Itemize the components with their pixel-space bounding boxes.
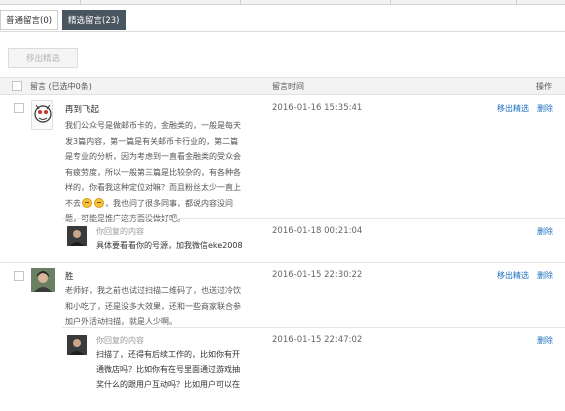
avatar-face-icon [32,101,52,129]
comment-line: 样的，你看我这种定位对嘛？而且粉丝太少一直上 [65,183,241,192]
reply-text: 扫描了，还得有后续工作的，比如你有开 通微店吗？比如你有在号里面通过游戏抽 奖什… [96,347,266,392]
comment-line: 不去 ，我也问了很多同事，都说内容没问 [65,196,265,212]
remove-featured-link[interactable]: 移出精选 [497,270,529,281]
tab-separator [240,0,241,5]
reply-line: 具体要看看你的号源，加我微信eke2008 [96,241,243,250]
comment-checkbox[interactable] [14,103,24,113]
tab-separator [80,0,81,5]
comment-checkbox[interactable] [14,271,24,281]
reply-time: 2016-01-15 22:47:02 [272,335,363,345]
comment-nickname: 胜 [65,272,74,282]
comment-line-part: 不去 [65,198,81,208]
avatar-person-icon [67,335,87,355]
comment-line: 老师好，我之前也试过扫描二维码了，也送过冷饮 [65,286,241,295]
reply-line: 奖什么的跟用户互动吗？比如用户可以在 [96,380,240,389]
reply-avatar [67,335,87,355]
emoji-icon [82,197,92,208]
reply-avatar [67,226,87,246]
comment-nickname: 再到飞起 [65,105,100,115]
reply-label: 你回复的内容 [96,336,144,345]
comment-line: 我们公众号是做邮币卡的，金融类的，一般是每天 [65,121,241,130]
comment-line: 是专业的分析，因为考虑到一直看金融类的受众会 [65,152,241,161]
avatar-person-icon [31,268,55,292]
comment-time: 2016-01-15 22:30:22 [272,270,363,280]
message-tabs: 普通留言(0) 精选留言(23) [0,10,130,32]
tab-featured-messages[interactable]: 精选留言(23) [62,10,126,30]
tab-separator [516,0,517,5]
comment-line: 发3篇内容，第一篇是有关邮币卡行业的，第二篇 [65,136,239,146]
comment-line-part: ，我也问了很多同事，都说内容没问 [105,198,233,208]
reply-text: 具体要看看你的号源，加我微信eke2008 [96,238,286,253]
table-header: 留言 (已选中0条) 留言时间 操作 [0,77,565,95]
reply-line: 扫描了，还得有后续工作的，比如你有开 [96,350,240,359]
tab-separator [390,0,391,5]
delete-link[interactable]: 删除 [537,103,553,114]
avatar [31,268,55,292]
header-action: 操作 [536,82,552,91]
delete-reply-link[interactable]: 删除 [537,226,553,237]
reply-line: 通微店吗？比如你有在号里面通过游戏抽 [96,365,240,374]
delete-reply-link[interactable]: 删除 [537,335,553,346]
comment-text: 老师好，我之前也试过扫描二维码了，也送过冷饮 和小吃了，还是没多大效果，还和一些… [65,283,265,330]
emoji-icon [94,197,104,208]
remove-featured-link[interactable]: 移出精选 [497,103,529,114]
avatar [31,100,53,130]
comment-line: 和小吃了，还是没多大效果，还和一些商家联合参 [65,301,241,311]
header-message: 留言 (已选中0条) [30,82,92,91]
window-top-strip [0,0,565,5]
reply-time: 2016-01-18 00:21:04 [272,226,363,236]
comment-time: 2016-01-16 15:35:41 [272,103,363,113]
row-divider [0,262,565,263]
tab-normal-messages[interactable]: 普通留言(0) [0,10,59,30]
reply-label: 你回复的内容 [96,227,144,236]
remove-featured-button[interactable]: 移出精选 [8,48,78,68]
avatar-person-icon [67,226,87,246]
delete-link[interactable]: 删除 [537,270,553,281]
tabs-divider [0,31,565,32]
comment-text: 我们公众号是做邮币卡的，金融类的，一般是每天 发3篇内容，第一篇是有关邮币卡行业… [65,118,265,227]
header-time: 留言时间 [272,82,304,91]
select-all-checkbox[interactable] [12,81,22,91]
comment-line: 有疲劳度，所以一般第三篇是比较杂的，有各种各 [65,167,241,177]
